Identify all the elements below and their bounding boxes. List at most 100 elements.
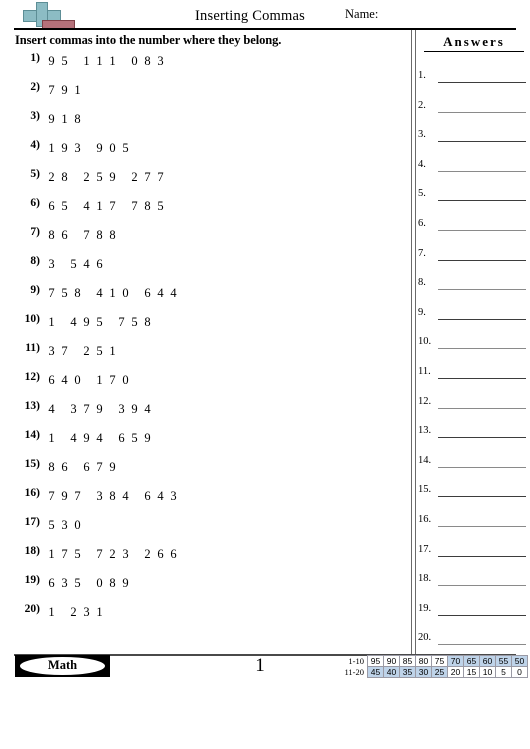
problem-number: 17) bbox=[24, 516, 40, 528]
problem-digits[interactable]: 530 bbox=[45, 518, 84, 533]
answer-blank-line[interactable] bbox=[438, 289, 526, 291]
answer-row: 15. bbox=[418, 478, 530, 508]
problem-digits[interactable]: 65417785 bbox=[45, 199, 167, 214]
digit-group: 495 bbox=[67, 315, 106, 330]
problem-digits[interactable]: 758410644 bbox=[45, 286, 180, 301]
problem-digits[interactable]: 918 bbox=[45, 112, 84, 127]
problem-digits[interactable]: 3 546 bbox=[45, 257, 106, 272]
digit-group: 379 bbox=[67, 402, 106, 417]
digit: 5 bbox=[96, 315, 103, 329]
page-title: Inserting Commas bbox=[195, 8, 305, 24]
digit-group: 1 bbox=[45, 605, 58, 620]
digit: 4 bbox=[96, 286, 103, 300]
problem-row: 8) 3 5 4 6 bbox=[14, 253, 404, 282]
answer-blank-line[interactable] bbox=[438, 200, 526, 202]
digit-group: 251 bbox=[80, 344, 119, 359]
digit: 2 bbox=[131, 170, 138, 184]
answer-number: 14. bbox=[418, 454, 432, 466]
answer-blank-line[interactable] bbox=[438, 377, 526, 379]
answer-blank-line[interactable] bbox=[438, 644, 526, 646]
answer-blank-line[interactable] bbox=[438, 585, 526, 587]
problem-digits[interactable]: 37 251 bbox=[45, 344, 119, 359]
answer-blank-line[interactable] bbox=[438, 525, 526, 527]
answer-blank-line[interactable] bbox=[438, 318, 526, 320]
problem-digits[interactable]: 95111083 bbox=[45, 54, 167, 69]
answer-blank-line[interactable] bbox=[438, 348, 526, 350]
digit-group: 231 bbox=[67, 605, 106, 620]
problem-digits[interactable]: 635 089 bbox=[45, 576, 132, 591]
problem-row: 19) 6 3 5 0 8 9 bbox=[14, 572, 404, 601]
answer-blank-line[interactable] bbox=[438, 437, 526, 439]
digit-group: 723 bbox=[93, 547, 132, 562]
digit: 4 bbox=[157, 489, 164, 503]
answer-blank-line[interactable] bbox=[438, 259, 526, 261]
page-header: Inserting Commas Name: bbox=[0, 0, 530, 32]
problem-digits[interactable]: 28259277 bbox=[45, 170, 167, 185]
problem-number: 6) bbox=[30, 197, 40, 209]
answer-row: 11. bbox=[418, 360, 530, 390]
answer-number: 19. bbox=[418, 602, 432, 614]
digit: 4 bbox=[61, 373, 68, 387]
digit-group: 95 bbox=[45, 54, 71, 69]
digit: 1 bbox=[48, 431, 55, 445]
digit: 9 bbox=[83, 315, 90, 329]
problem-digits[interactable]: 4379394 bbox=[45, 402, 154, 417]
digit: 1 bbox=[96, 54, 103, 68]
problem-digits[interactable]: 86788 bbox=[45, 228, 119, 243]
problem-digits[interactable]: 1494659 bbox=[45, 431, 154, 446]
answer-blank-line[interactable] bbox=[438, 407, 526, 409]
digit: 1 bbox=[48, 605, 55, 619]
digit: 8 bbox=[109, 489, 116, 503]
answer-blank-line[interactable] bbox=[438, 170, 526, 172]
digit: 3 bbox=[83, 605, 90, 619]
digit: 8 bbox=[109, 576, 116, 590]
instructions-text: Insert commas into the number where they… bbox=[15, 33, 282, 47]
score-cell: 55 bbox=[495, 655, 512, 667]
answer-blank-line[interactable] bbox=[438, 82, 526, 83]
problem-digits[interactable]: 175723266 bbox=[45, 547, 180, 562]
problem-row: 3) 9 1 8 bbox=[14, 108, 404, 137]
score-table-row: 11-20 45 40 35 30 25 20 15 10 5 0 bbox=[338, 666, 528, 678]
digit-group: 797 bbox=[45, 489, 84, 504]
problem-row: 17) 5 3 0 bbox=[14, 514, 404, 543]
problem-digits[interactable]: 1495758 bbox=[45, 315, 154, 330]
answer-blank-line[interactable] bbox=[438, 466, 526, 468]
digit-group: 37 bbox=[45, 344, 71, 359]
digit: 5 bbox=[74, 576, 81, 590]
digit-group: 530 bbox=[45, 518, 84, 533]
problem-digits[interactable]: 791 bbox=[45, 83, 84, 98]
plus-logo-icon bbox=[17, 2, 75, 29]
problem-row: 20) 1 2 3 1 bbox=[14, 601, 404, 630]
problem-digits[interactable]: 193905 bbox=[45, 141, 132, 156]
answer-blank-line[interactable] bbox=[438, 141, 526, 143]
score-cell: 85 bbox=[399, 655, 416, 667]
digit: 7 bbox=[61, 344, 68, 358]
problem-digits[interactable]: 797384643 bbox=[45, 489, 180, 504]
answer-blank-line[interactable] bbox=[438, 111, 526, 113]
digit-group: 65 bbox=[45, 199, 71, 214]
answer-blank-line[interactable] bbox=[438, 229, 526, 231]
answer-blank-line[interactable] bbox=[438, 496, 526, 498]
digit-group: 28 bbox=[45, 170, 71, 185]
answer-row: 2. bbox=[418, 94, 530, 124]
problem-number: 8) bbox=[30, 255, 40, 267]
answer-number: 12. bbox=[418, 395, 432, 407]
answer-row: 16. bbox=[418, 508, 530, 538]
problem-digits[interactable]: 640170 bbox=[45, 373, 132, 388]
problem-digits[interactable]: 86679 bbox=[45, 460, 119, 475]
score-cell: 45 bbox=[367, 666, 384, 678]
digit: 9 bbox=[83, 431, 90, 445]
problem-row: 14) 1 4 9 4 6 5 9 bbox=[14, 427, 404, 456]
problem-row: 5) 2 8 2 5 9 2 7 7 bbox=[14, 166, 404, 195]
digit: 9 bbox=[109, 170, 116, 184]
answer-blank-line[interactable] bbox=[438, 614, 526, 616]
answer-row: 18. bbox=[418, 567, 530, 597]
digit-group: 640 bbox=[45, 373, 84, 388]
answer-blank-line[interactable] bbox=[438, 555, 526, 557]
digit-group: 758 bbox=[115, 315, 154, 330]
problem-digits[interactable]: 1 231 bbox=[45, 605, 106, 620]
digit-group: 905 bbox=[93, 141, 132, 156]
digit: 8 bbox=[96, 228, 103, 242]
problem-row: 11) 3 7 2 5 1 bbox=[14, 340, 404, 369]
digit-group: 791 bbox=[45, 83, 84, 98]
